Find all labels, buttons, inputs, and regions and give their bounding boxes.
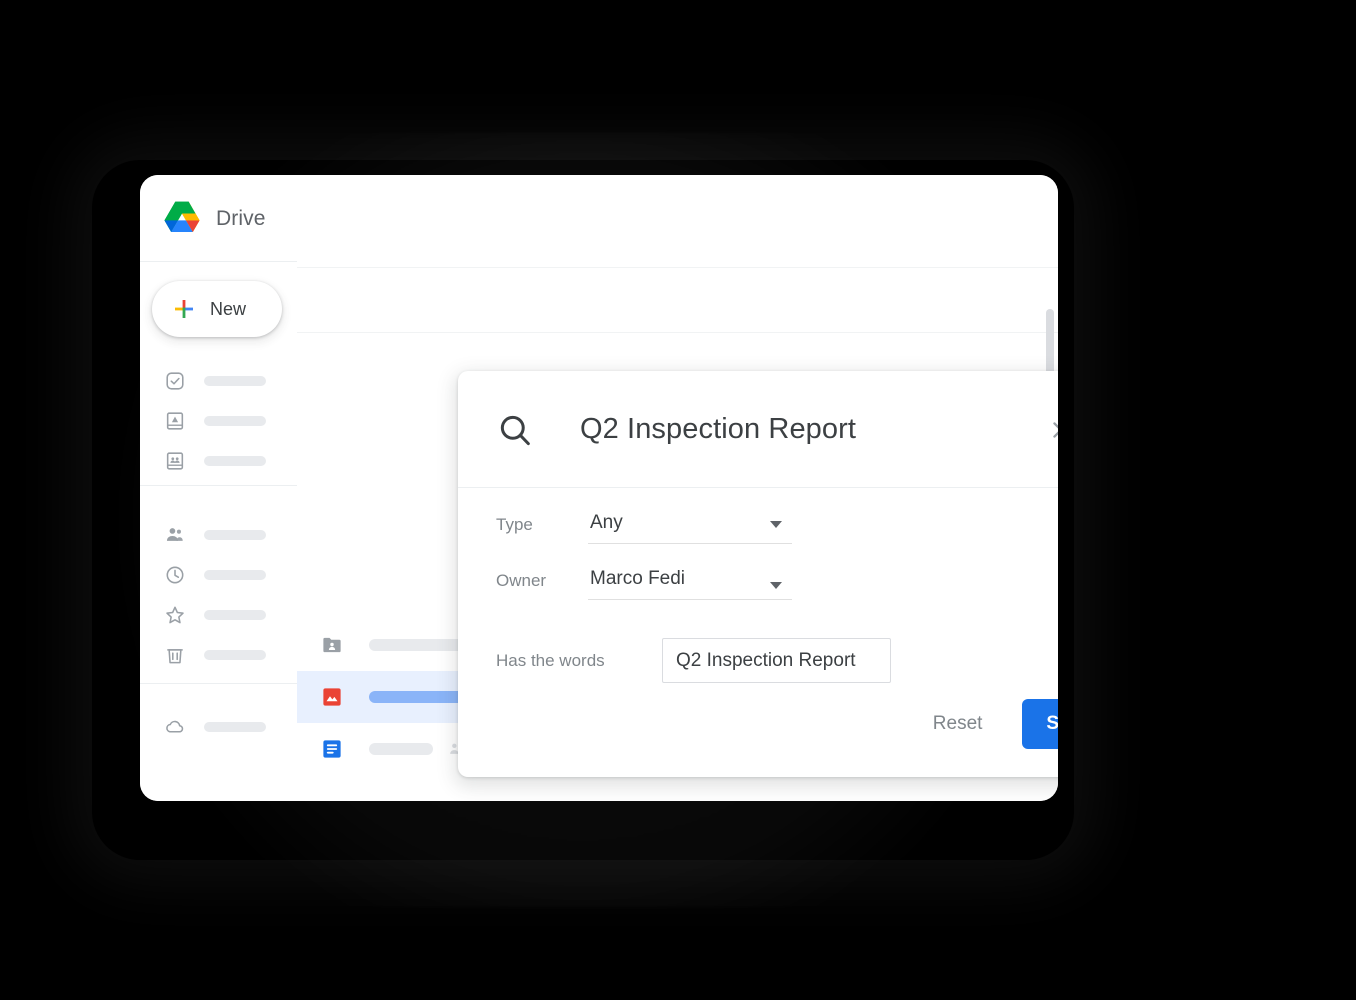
sidebar-group-storage (140, 707, 297, 747)
sidebar: Drive New (140, 175, 298, 801)
content-divider-1 (297, 267, 1058, 268)
clock-icon (166, 566, 184, 584)
has-words-label: Has the words (496, 650, 605, 670)
sidebar-item-shared-drives[interactable] (140, 441, 297, 481)
clear-search-button[interactable] (1044, 413, 1058, 447)
sidebar-item-recent[interactable] (140, 555, 297, 595)
type-select[interactable]: Any (588, 512, 792, 544)
sidebar-item-bin[interactable] (140, 635, 297, 675)
close-icon (1053, 421, 1058, 438)
reset-button[interactable]: Reset (919, 703, 997, 745)
sidebar-item-priority[interactable] (140, 361, 297, 401)
trash-icon (167, 649, 183, 664)
new-button-label: New (210, 298, 247, 319)
sidebar-item-label-placeholder (204, 610, 266, 620)
search-panel-actions: Reset Search (919, 699, 1058, 749)
type-label: Type (496, 515, 533, 534)
search-button[interactable]: Search (1022, 699, 1058, 749)
sidebar-item-label-placeholder (204, 416, 266, 426)
type-select-value: Any (590, 512, 623, 533)
advanced-search-panel: Q2 Inspection Report Type Any Owner Marc… (458, 371, 1058, 777)
my-drive-icon (166, 412, 184, 430)
screenshot-stage: Drive New Q2 Inspection Report Type Any … (0, 0, 1356, 1000)
shared-drives-icon (166, 452, 184, 470)
search-bar: Q2 Inspection Report (458, 371, 1058, 488)
sidebar-item-label-placeholder (204, 456, 266, 466)
brand-divider (140, 261, 297, 262)
has-words-input[interactable]: Q2 Inspection Report (662, 638, 891, 683)
magnifier-icon (500, 415, 530, 445)
sidebar-item-label-placeholder (204, 722, 266, 732)
sidebar-item-label-placeholder (204, 530, 266, 540)
doc-file-icon (323, 740, 341, 758)
sidebar-item-starred[interactable] (140, 595, 297, 635)
owner-select[interactable]: Marco Fedi (588, 568, 792, 600)
new-button[interactable]: New (152, 281, 282, 337)
search-filters: Type Any Owner Marco Fedi Has the words (458, 488, 1058, 683)
sidebar-item-storage[interactable] (140, 707, 297, 747)
sidebar-item-label-placeholder (204, 650, 266, 660)
sidebar-group-secondary (140, 515, 297, 675)
chevron-down-icon (770, 521, 782, 528)
sidebar-item-label-placeholder (204, 570, 266, 580)
image-file-icon (323, 688, 341, 706)
sidebar-item-label-placeholder (204, 376, 266, 386)
content-divider-2 (297, 332, 1058, 333)
shared-folder-icon (323, 637, 341, 653)
has-words-field-row: Has the words Q2 Inspection Report (496, 638, 1058, 683)
brand: Drive (161, 195, 266, 243)
sidebar-group-primary (140, 361, 297, 481)
search-input[interactable]: Q2 Inspection Report (580, 413, 1044, 446)
owner-label: Owner (496, 571, 547, 590)
owner-field-row: Owner Marco Fedi (496, 568, 1058, 600)
owner-select-value: Marco Fedi (590, 568, 686, 589)
file-name-placeholder (369, 743, 433, 755)
check-circle-icon (166, 372, 184, 390)
sidebar-divider-1 (140, 485, 297, 486)
drive-app-window: Drive New Q2 Inspection Report Type Any … (140, 175, 1058, 801)
plus-icon (175, 300, 193, 318)
type-field-row: Type Any (496, 512, 1058, 544)
google-drive-logo-icon (164, 201, 200, 233)
brand-title: Drive (216, 207, 266, 230)
sidebar-item-shared-with-me[interactable] (140, 515, 297, 555)
chevron-down-icon (770, 582, 782, 589)
people-icon (166, 528, 183, 541)
cloud-icon (166, 720, 184, 733)
sidebar-item-my-drive[interactable] (140, 401, 297, 441)
star-icon (166, 606, 184, 624)
sidebar-divider-2 (140, 683, 297, 684)
